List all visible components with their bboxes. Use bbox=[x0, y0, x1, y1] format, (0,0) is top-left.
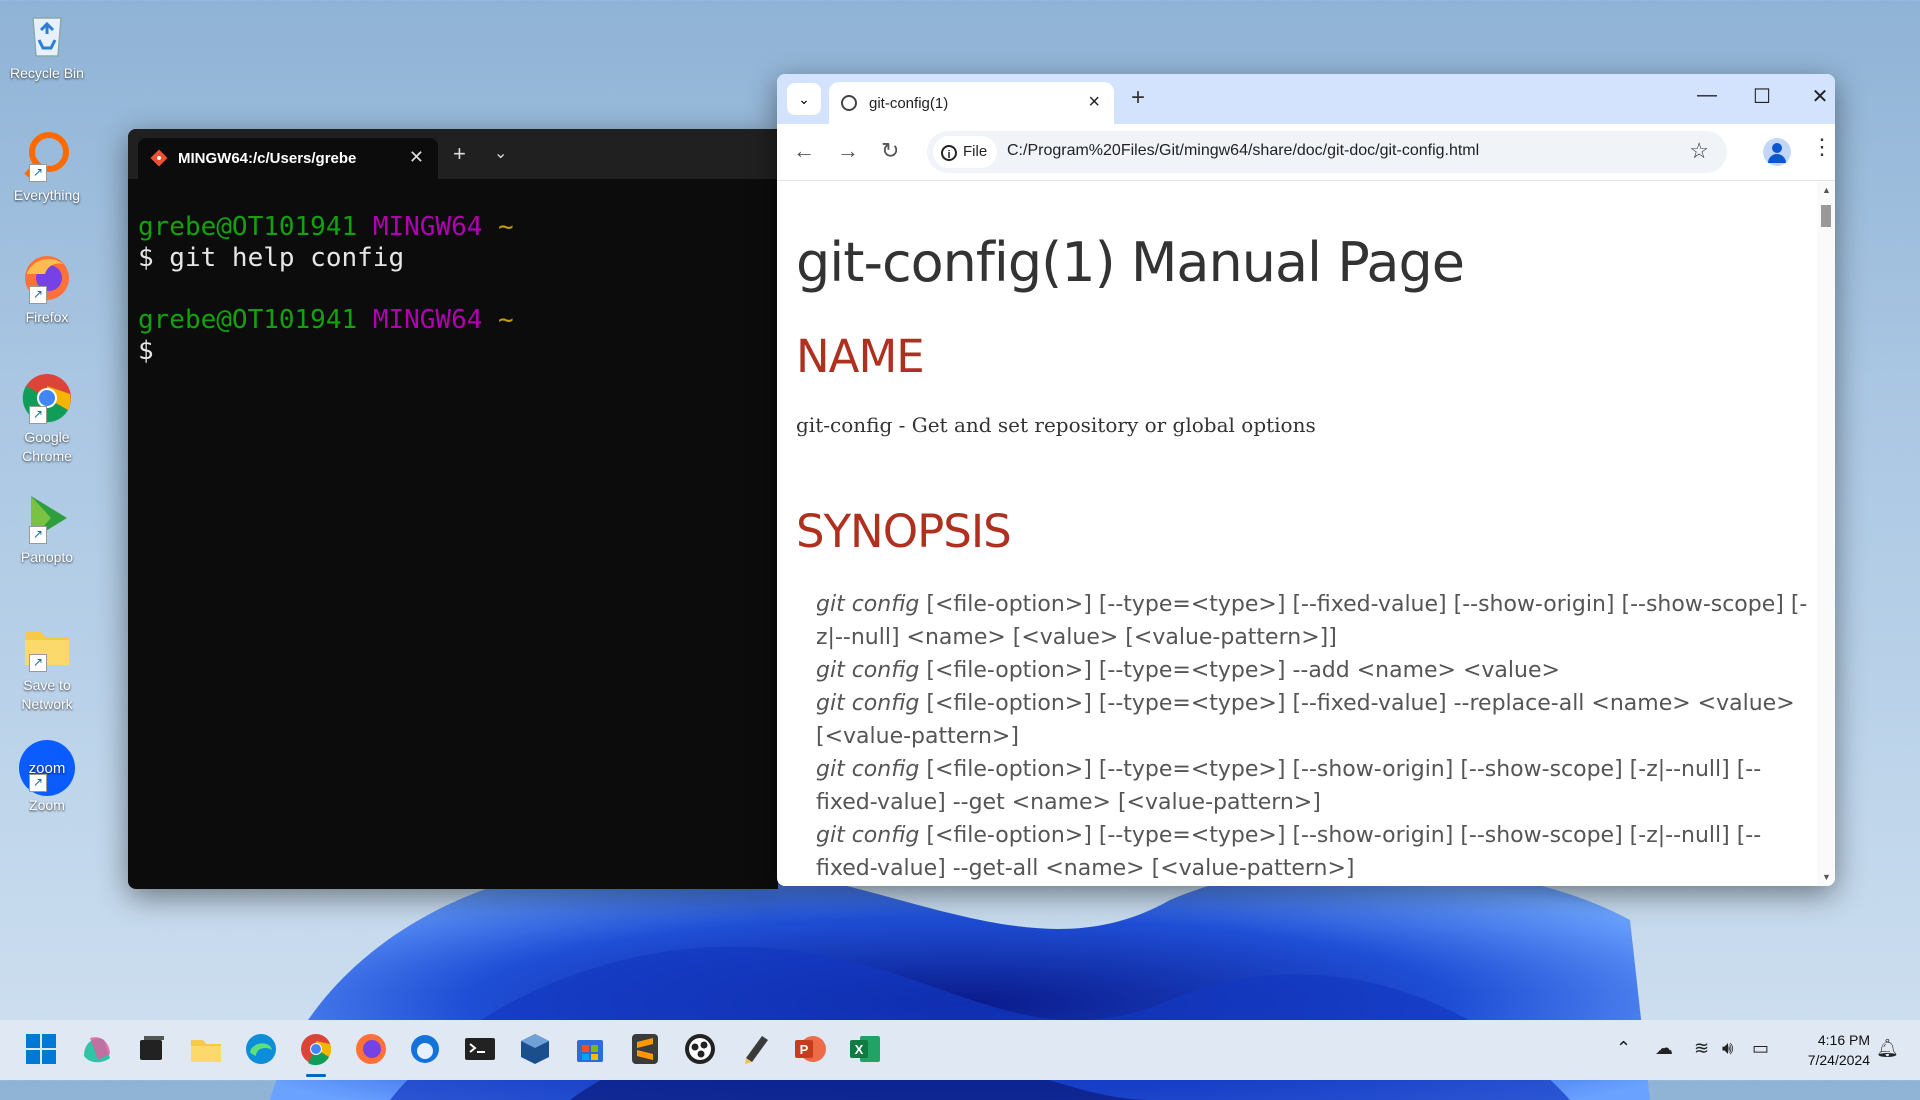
synopsis-line: git config [<file-option>] [--type=<type… bbox=[816, 658, 1560, 683]
profile-avatar-icon[interactable] bbox=[1763, 138, 1791, 166]
synopsis-line: git config [<file-option>] [--type=<type… bbox=[816, 823, 1762, 881]
minimize-icon[interactable]: — bbox=[1692, 84, 1722, 107]
browser-toolbar: ← → ↻ i File C:/Program%20Files/Git/mingw… bbox=[777, 124, 1835, 181]
powerpoint-icon[interactable]: P bbox=[791, 1030, 829, 1068]
browser-tab-title: git-config(1) bbox=[869, 95, 949, 112]
obs-icon[interactable] bbox=[681, 1030, 719, 1068]
scroll-down-icon[interactable]: ▼ bbox=[1822, 872, 1831, 882]
battery-icon[interactable]: ▭ bbox=[1752, 1038, 1769, 1059]
chrome-taskbar-icon[interactable] bbox=[297, 1030, 335, 1068]
recycle-bin-icon bbox=[21, 8, 73, 60]
sublime-text-icon[interactable] bbox=[626, 1030, 664, 1068]
desktop-icon-label: Firefox bbox=[25, 309, 69, 325]
maximize-icon[interactable]: ☐ bbox=[1747, 84, 1777, 109]
task-view-icon[interactable] bbox=[132, 1030, 170, 1068]
window-close-icon[interactable]: ✕ bbox=[1805, 84, 1835, 109]
synopsis-heading: SYNOPSIS bbox=[796, 505, 1012, 558]
browser-tab-active[interactable]: git-config(1) × bbox=[829, 82, 1114, 124]
wifi-icon[interactable]: ≋ bbox=[1694, 1038, 1709, 1059]
everything-search-icon: ↗ bbox=[21, 130, 73, 182]
page-scrollbar[interactable]: ▲ ▼ bbox=[1817, 181, 1835, 886]
terminal-line: $ git help config bbox=[138, 243, 405, 273]
tab-search-chevron-icon[interactable]: ⌄ bbox=[787, 83, 821, 115]
scroll-up-icon[interactable]: ▲ bbox=[1822, 185, 1831, 195]
synopsis-line: git config [<file-option>] [--type=<type… bbox=[816, 757, 1762, 815]
desktop-icon-save-to-network[interactable]: ↗ Save to Network bbox=[6, 620, 88, 714]
microsoft-store-icon[interactable] bbox=[571, 1030, 609, 1068]
excel-icon[interactable]: X bbox=[846, 1030, 884, 1068]
desktop-icon-everything[interactable]: ↗ Everything bbox=[6, 130, 88, 205]
thunderbird-icon[interactable] bbox=[406, 1030, 444, 1068]
info-icon: i bbox=[941, 145, 957, 161]
synopsis-line: git config [<file-option>] [--type=<type… bbox=[816, 592, 1808, 650]
desktop-icon-label: Google Chrome bbox=[22, 429, 72, 464]
edge-icon[interactable] bbox=[242, 1030, 280, 1068]
terminal-tab-bar: MINGW64:/c/Users/grebe ✕ + ⌄ bbox=[128, 129, 778, 179]
globe-icon bbox=[841, 95, 857, 111]
desktop-icon-google-chrome[interactable]: ↗ Google Chrome bbox=[6, 372, 88, 466]
name-text: git-config - Get and set repository or g… bbox=[796, 413, 1316, 437]
active-app-indicator bbox=[306, 1074, 326, 1077]
volume-icon[interactable]: 🔊︎ bbox=[1722, 1038, 1733, 1059]
name-heading: NAME bbox=[796, 330, 925, 383]
folder-icon: ↗ bbox=[21, 620, 73, 672]
system-clock[interactable]: 4:16 PM 7/24/2024 bbox=[1790, 1030, 1870, 1070]
file-explorer-icon[interactable] bbox=[187, 1030, 225, 1068]
browser-new-tab-button[interactable]: + bbox=[1131, 84, 1145, 112]
copilot-icon[interactable] bbox=[78, 1030, 116, 1068]
terminal-tab-title: MINGW64:/c/Users/grebe bbox=[178, 150, 357, 167]
page-title: git-config(1) Manual Page bbox=[796, 231, 1465, 294]
chrome-icon: ↗ bbox=[21, 372, 73, 424]
back-arrow-icon[interactable]: ← bbox=[793, 138, 815, 164]
desktop-icon-firefox[interactable]: ↗ Firefox bbox=[6, 252, 88, 327]
firefox-taskbar-icon[interactable] bbox=[352, 1030, 390, 1068]
url-text[interactable]: C:/Program%20Files/Git/mingw64/share/doc… bbox=[1007, 142, 1479, 160]
terminal-new-tab-button[interactable]: + bbox=[453, 141, 466, 167]
scrollbar-thumb[interactable] bbox=[1821, 205, 1831, 227]
svg-text:P: P bbox=[800, 1042, 809, 1057]
taskbar: P X ⌃ ☁ ≋ 🔊︎ ▭ 4:16 PM 7/24/2024 🔔︎ bbox=[0, 1020, 1920, 1080]
terminal-output[interactable]: grebe@OT101941 MINGW64 ~ $ git help conf… bbox=[128, 179, 778, 367]
menu-kebab-icon[interactable]: ⋮ bbox=[1811, 134, 1833, 160]
terminal-line: grebe@OT101941 MINGW64 ~ bbox=[138, 305, 514, 335]
clock-date: 7/24/2024 bbox=[1807, 1052, 1870, 1068]
terminal-line: grebe@OT101941 MINGW64 ~ bbox=[138, 212, 514, 242]
zoom-icon: zoom ↗ bbox=[19, 740, 75, 796]
browser-tab-strip: ⌄ git-config(1) × + — ☐ ✕ bbox=[777, 74, 1835, 124]
terminal-tab[interactable]: MINGW64:/c/Users/grebe ✕ bbox=[138, 138, 438, 179]
clock-time: 4:16 PM bbox=[1817, 1032, 1870, 1048]
browser-tab-close-icon[interactable]: × bbox=[1088, 91, 1100, 114]
onedrive-offline-icon[interactable]: ☁ bbox=[1655, 1038, 1673, 1059]
desktop-icon-label: Panopto bbox=[20, 549, 74, 565]
notepad-pen-icon[interactable] bbox=[736, 1030, 774, 1068]
desktop-icon-zoom[interactable]: zoom ↗ Zoom bbox=[6, 740, 88, 815]
terminal-dropdown-icon[interactable]: ⌄ bbox=[494, 143, 507, 163]
bookmark-star-icon[interactable]: ☆ bbox=[1689, 138, 1709, 164]
desktop-icon-panopto[interactable]: ↗ Panopto bbox=[6, 492, 88, 567]
svg-text:X: X bbox=[855, 1042, 864, 1057]
reload-icon[interactable]: ↻ bbox=[881, 138, 899, 164]
terminal-tab-close-icon[interactable]: ✕ bbox=[409, 147, 424, 168]
virtualbox-icon[interactable] bbox=[516, 1030, 554, 1068]
firefox-icon: ↗ bbox=[21, 252, 73, 304]
show-hidden-icons-chevron-icon[interactable]: ⌃ bbox=[1616, 1038, 1631, 1059]
terminal-line: $ bbox=[138, 336, 154, 366]
desktop-icon-label: Recycle Bin bbox=[10, 65, 84, 81]
synopsis-line: git config [<file-option>] [--type=<type… bbox=[816, 691, 1795, 749]
page-content[interactable]: git-config(1) Manual Page NAME git-confi… bbox=[777, 181, 1817, 886]
panopto-icon: ↗ bbox=[21, 492, 73, 544]
terminal-window[interactable]: MINGW64:/c/Users/grebe ✕ + ⌄ grebe@OT101… bbox=[128, 129, 778, 889]
chrome-window[interactable]: ⌄ git-config(1) × + — ☐ ✕ ← → ↻ i File C:… bbox=[777, 74, 1835, 886]
start-windows-icon[interactable] bbox=[22, 1030, 60, 1068]
forward-arrow-icon[interactable]: → bbox=[837, 138, 859, 164]
address-bar[interactable]: i File C:/Program%20Files/Git/mingw64/sha… bbox=[927, 131, 1727, 173]
desktop-icon-label: Everything bbox=[13, 187, 81, 203]
desktop-icon-label: Save to Network bbox=[21, 677, 73, 712]
desktop-icon-recycle-bin[interactable]: Recycle Bin bbox=[6, 8, 88, 83]
git-bash-icon bbox=[150, 149, 168, 167]
synopsis-block: git config [<file-option>] [--type=<type… bbox=[816, 588, 1817, 885]
notification-bell-icon[interactable]: 🔔︎ bbox=[1876, 1038, 1899, 1059]
terminal-taskbar-icon[interactable] bbox=[461, 1030, 499, 1068]
site-info-chip[interactable]: i File bbox=[933, 136, 997, 168]
